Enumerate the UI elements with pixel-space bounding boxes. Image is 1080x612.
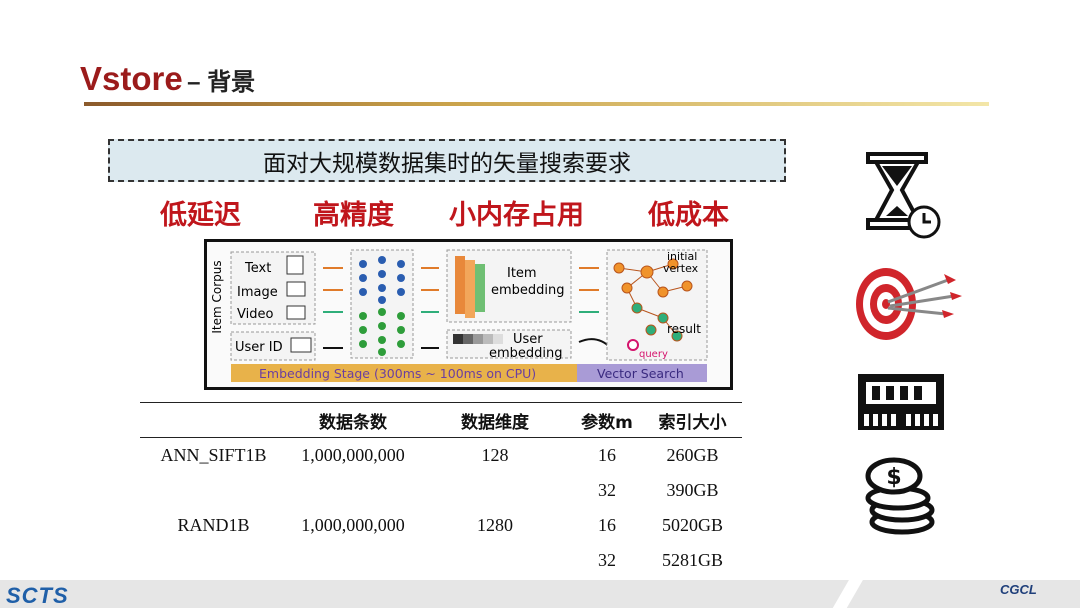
- cell: RAND1B: [177, 515, 250, 535]
- col-header-m: 参数m: [571, 402, 643, 438]
- query-node: [627, 339, 639, 351]
- image-icon: [286, 281, 306, 297]
- cell: 32: [598, 480, 616, 500]
- cell: [140, 473, 287, 508]
- camera-icon: [286, 305, 306, 320]
- cgcl-logo: CGCL: [1000, 582, 1037, 597]
- col-header-dataset: [140, 402, 287, 438]
- col-header-count: 数据条数: [287, 402, 419, 438]
- id-card-icon: [290, 337, 312, 353]
- vertex-label: vertex: [663, 262, 699, 275]
- query-label: query: [639, 349, 668, 360]
- hourglass-clock-icon: [866, 152, 941, 239]
- stage-search-label: Vector Search: [597, 366, 684, 381]
- req-low-cost: 低成本: [648, 200, 729, 231]
- cell: 128: [481, 445, 509, 465]
- corpus-label: Item Corpus: [210, 260, 224, 333]
- title-suffix: – 背景: [187, 69, 256, 96]
- col-header-dim: 数据维度: [419, 402, 571, 438]
- cell: 260GB: [666, 445, 719, 465]
- slide-title: Vstore – 背景: [80, 60, 255, 98]
- table-row: RAND1B 1,000,000,000 1280 16 5020GB: [140, 508, 742, 543]
- requirements-banner: 面对大规模数据集时的矢量搜索要求: [108, 139, 786, 182]
- cell: 16: [598, 445, 616, 465]
- title-main: Vstore: [80, 60, 183, 97]
- doc-icon: [286, 255, 304, 275]
- cell: 5020GB: [661, 515, 723, 535]
- svg-text:$: $: [886, 465, 901, 490]
- user-emb-2: embedding: [489, 346, 563, 361]
- req-low-latency: 低延迟: [160, 200, 241, 231]
- cell: 16: [598, 515, 616, 535]
- req-high-accuracy: 高精度: [313, 200, 394, 231]
- cell: 5281GB: [661, 550, 723, 570]
- architecture-diagram: Item Corpus Text Image Video User ID Ite…: [204, 239, 733, 390]
- stage-embedding-label: Embedding Stage (300ms ~ 100ms on CPU): [259, 366, 536, 381]
- cell: 1,000,000,000: [301, 445, 405, 465]
- cell: 32: [598, 550, 616, 570]
- item-emb-1: Item: [507, 266, 537, 281]
- index-size-table: 数据条数 数据维度 参数m 索引大小 ANN_SIFT1B 1,000,000,…: [140, 402, 742, 578]
- coin-stack-icon: $: [865, 457, 935, 535]
- target-arrows-icon: [856, 268, 962, 340]
- user-emb-1: User: [513, 332, 543, 347]
- cell: ANN_SIFT1B: [160, 445, 267, 465]
- input-text: Text: [244, 261, 271, 276]
- cell: 1,000,000,000: [301, 515, 405, 535]
- table-header-row: 数据条数 数据维度 参数m 索引大小: [140, 402, 742, 438]
- memory-chip-icon: [858, 374, 944, 430]
- table-row: 32 5281GB: [140, 543, 742, 578]
- col-header-size: 索引大小: [643, 402, 742, 438]
- cell: [287, 473, 419, 508]
- cell: 390GB: [666, 480, 719, 500]
- footer-divider: [830, 572, 868, 612]
- table-row: 32 390GB: [140, 473, 742, 508]
- input-video: Video: [237, 307, 273, 322]
- cell: [140, 543, 287, 578]
- diagram-svg: Item Corpus Text Image Video User ID Ite…: [210, 249, 708, 382]
- item-emb-2: embedding: [491, 283, 565, 298]
- scts-logo: SCTS: [6, 583, 69, 608]
- embedding-cubes: [455, 256, 485, 318]
- input-image: Image: [237, 285, 278, 300]
- cell: [419, 473, 571, 508]
- cell: 1280: [477, 515, 513, 535]
- user-id-label: User ID: [235, 340, 283, 355]
- cell: [419, 543, 571, 578]
- footer-bar: [0, 572, 1080, 612]
- result-label: result: [667, 322, 701, 336]
- title-divider: [84, 102, 989, 106]
- cell: [287, 543, 419, 578]
- req-small-memory: 小内存占用: [449, 200, 584, 231]
- table-row: ANN_SIFT1B 1,000,000,000 128 16 260GB: [140, 438, 742, 474]
